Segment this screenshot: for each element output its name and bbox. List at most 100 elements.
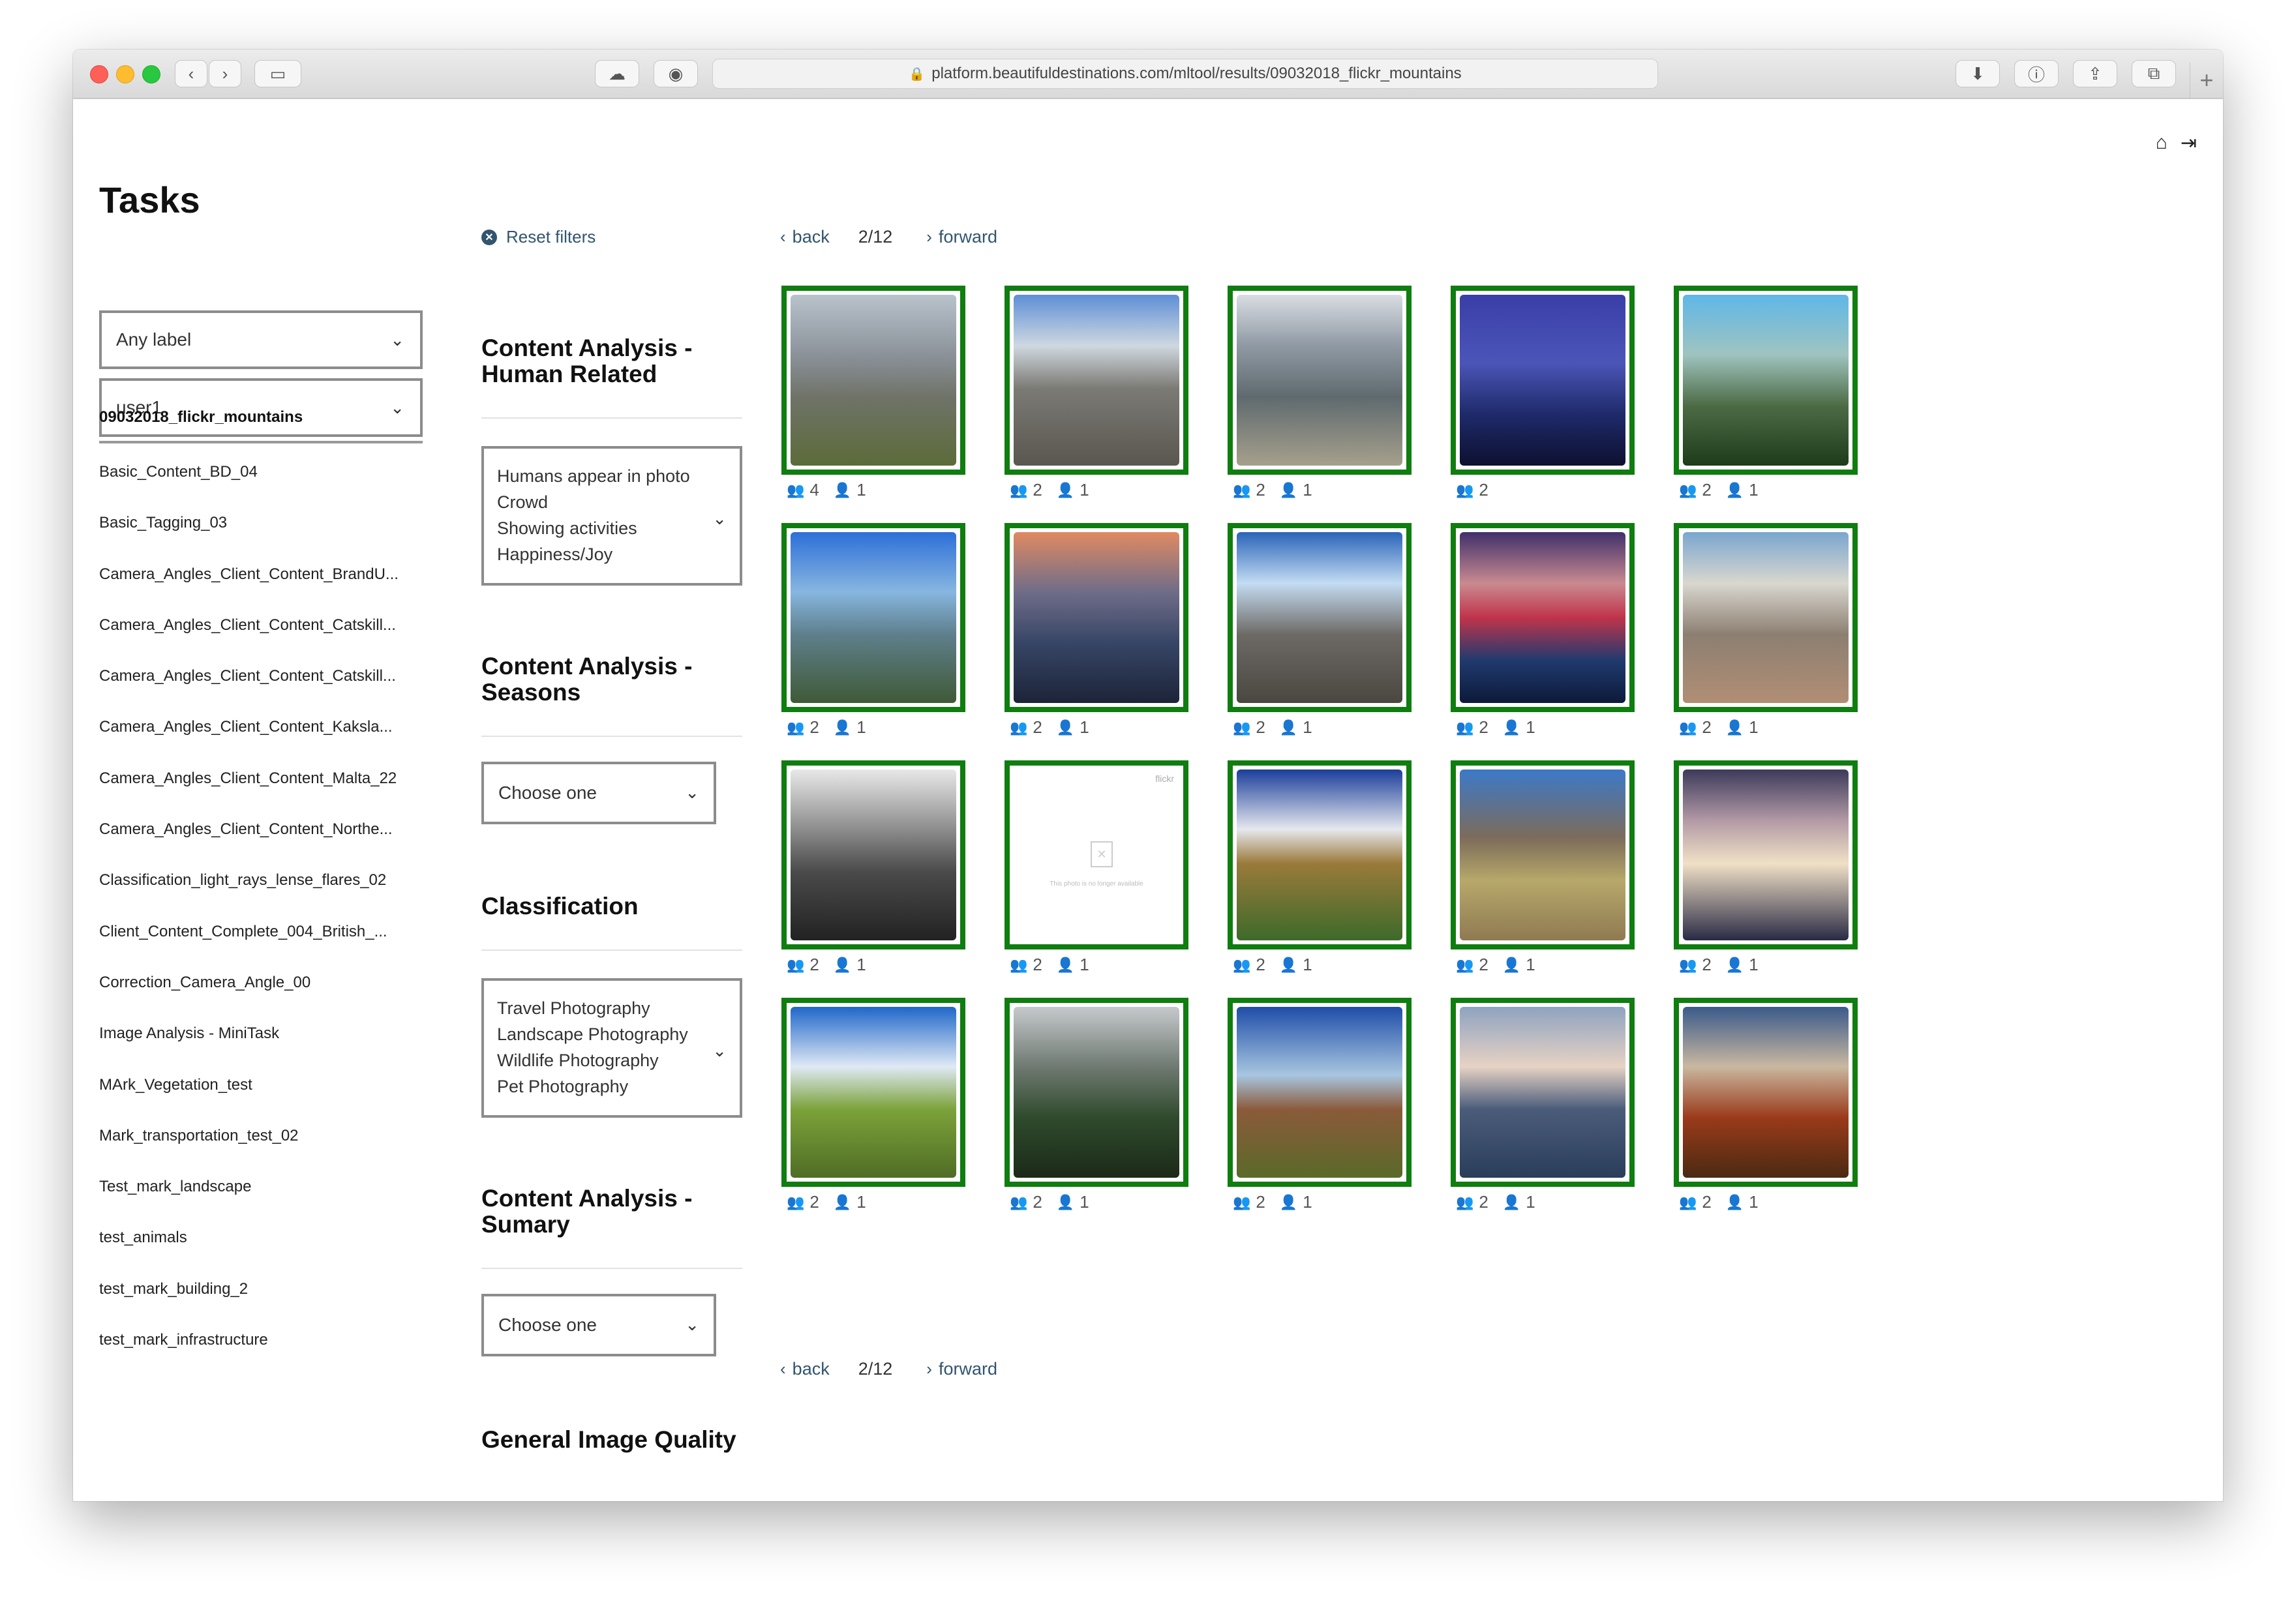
user-icon: 👤	[833, 1193, 852, 1210]
result-thumbnail[interactable]	[781, 998, 965, 1187]
result-thumbnail[interactable]	[1674, 998, 1858, 1187]
user-icon: 👤	[1725, 481, 1744, 498]
task-list-item[interactable]: test_animals	[99, 1229, 423, 1279]
close-window-button[interactable]	[90, 65, 108, 83]
new-tab-button[interactable]: +	[2190, 63, 2223, 98]
task-list-item[interactable]: test_mark_infrastructure	[99, 1331, 423, 1382]
option[interactable]: Crowd	[497, 489, 727, 515]
user-icon: 👤	[1056, 481, 1075, 498]
annotation-counts: 👥 2 👤 1	[1674, 955, 1858, 975]
task-list-item[interactable]: Client_Content_Complete_004_British_...	[99, 923, 423, 974]
result-thumbnail[interactable]	[1451, 523, 1635, 712]
result-thumbnail[interactable]	[781, 523, 965, 712]
option[interactable]: Showing activities	[497, 515, 727, 541]
back-nav-button[interactable]: ‹	[175, 60, 207, 87]
result-thumbnail[interactable]	[1004, 523, 1188, 712]
task-list-item[interactable]: Camera_Angles_Client_Content_Catskill...	[99, 616, 423, 667]
seasons-select[interactable]: Choose one ⌄	[481, 762, 716, 824]
back-link[interactable]: back	[793, 1359, 830, 1379]
result-thumbnail[interactable]	[1451, 286, 1635, 475]
task-list-item[interactable]: Basic_Tagging_03	[99, 514, 423, 565]
landscape-photo	[791, 1007, 956, 1178]
human-related-multiselect[interactable]: Humans appear in photo Crowd Showing act…	[481, 446, 742, 586]
task-list-item[interactable]: Test_mark_landscape	[99, 1178, 423, 1229]
user-count: 1	[856, 480, 866, 500]
group-count: 2	[1479, 955, 1488, 974]
active-task[interactable]: 09032018_flickr_mountains	[99, 408, 423, 443]
task-list-item[interactable]: Camera_Angles_Client_Content_Catskill...	[99, 667, 423, 718]
group-count: 2	[809, 955, 819, 974]
option[interactable]: Humans appear in photo	[497, 463, 727, 489]
result-thumbnail[interactable]	[781, 760, 965, 949]
option[interactable]: Pet Photography	[497, 1073, 727, 1099]
result-thumbnail[interactable]	[781, 286, 965, 475]
sidebar-toggle-button[interactable]: ▭	[254, 60, 301, 87]
extension-button[interactable]: ◉	[654, 60, 698, 87]
landscape-photo	[1683, 532, 1849, 703]
task-list-item[interactable]: Camera_Angles_Client_Content_BrandU...	[99, 565, 423, 616]
user-count: 1	[1080, 1192, 1089, 1212]
result-thumbnail[interactable]	[1451, 998, 1635, 1187]
result-thumbnail[interactable]	[1228, 998, 1412, 1187]
minimize-window-button[interactable]	[116, 65, 134, 83]
download-icon: ⬇	[1971, 63, 1985, 83]
browser-toolbar: ‹ › ▭ ☁ ◉ 🔒 platform.beautifuldestinatio…	[73, 50, 2223, 99]
annotation-counts: 👥 2 👤 1	[1228, 1192, 1412, 1212]
forward-nav-button[interactable]: ›	[209, 60, 241, 87]
task-list-item[interactable]: Camera_Angles_Client_Content_Kaksla...	[99, 718, 423, 769]
forward-link[interactable]: forward	[939, 227, 997, 247]
annotation-counts: 👥 2 👤 1	[1228, 717, 1412, 738]
result-thumbnail[interactable]	[1674, 760, 1858, 949]
forward-link[interactable]: forward	[939, 1359, 997, 1379]
result-item: 👥 2 👤 1	[1674, 286, 1858, 500]
task-list-item[interactable]: Camera_Angles_Client_Content_Malta_22	[99, 770, 423, 820]
task-list-item[interactable]: MArk_Vegetation_test	[99, 1076, 423, 1127]
back-link[interactable]: back	[793, 227, 830, 247]
landscape-photo	[1683, 1007, 1849, 1178]
classification-multiselect[interactable]: Travel Photography Landscape Photography…	[481, 978, 742, 1118]
users-group-icon: 👥	[1679, 1193, 1697, 1210]
downloads-button[interactable]: ⬇	[1956, 60, 2000, 87]
result-thumbnail[interactable]	[1228, 286, 1412, 475]
task-list-item[interactable]: Mark_transportation_test_02	[99, 1127, 423, 1178]
task-list-item[interactable]: Classification_light_rays_lense_flares_0…	[99, 871, 423, 922]
result-thumbnail[interactable]	[1674, 286, 1858, 475]
chevron-down-icon: ⌄	[685, 783, 699, 802]
logout-icon[interactable]: ⇥	[2181, 132, 2197, 155]
user-icon: 👤	[1279, 481, 1298, 498]
cloud-icon: ☁	[609, 63, 626, 83]
option[interactable]: Landscape Photography	[497, 1021, 727, 1047]
zoom-window-button[interactable]	[142, 65, 160, 83]
reset-filters-link[interactable]: ✕ Reset filters	[481, 227, 596, 247]
home-icon[interactable]: ⌂	[2156, 132, 2168, 155]
icloud-button[interactable]: ☁	[595, 60, 639, 87]
result-thumbnail[interactable]	[1674, 523, 1858, 712]
task-list-item[interactable]: Correction_Camera_Angle_00	[99, 974, 423, 1024]
result-thumbnail[interactable]	[1004, 998, 1188, 1187]
tabs-overview-button[interactable]: ⧉	[2132, 60, 2176, 87]
result-item: 👥 2 👤 1	[1004, 998, 1188, 1212]
user-count: 1	[1526, 955, 1535, 974]
result-item: 👥 2 👤 1	[1674, 760, 1858, 975]
group-count: 2	[1256, 480, 1265, 500]
task-list-item[interactable]: Camera_Angles_Client_Content_Northe...	[99, 820, 423, 871]
pager-top: ‹ back 2/12 › forward	[780, 227, 997, 247]
option[interactable]: Wildlife Photography	[497, 1047, 727, 1073]
lock-icon: 🔒	[909, 67, 926, 82]
result-thumbnail[interactable]: flickr ✕ This photo is no longer available	[1004, 760, 1188, 949]
result-thumbnail[interactable]	[1228, 523, 1412, 712]
task-list-item[interactable]: Basic_Content_BD_04	[99, 463, 423, 514]
address-bar[interactable]: 🔒 platform.beautifuldestinations.com/mlt…	[712, 59, 1658, 89]
result-thumbnail[interactable]	[1228, 760, 1412, 949]
task-list-item[interactable]: test_mark_building_2	[99, 1280, 423, 1331]
share-button[interactable]: ⇪	[2073, 60, 2117, 87]
option[interactable]: Happiness/Joy	[497, 541, 727, 567]
task-list-item[interactable]: Image Analysis - MiniTask	[99, 1024, 423, 1075]
label-select[interactable]: Any label ⌄	[99, 310, 423, 369]
info-button[interactable]: ⓘ	[2014, 60, 2059, 87]
result-thumbnail[interactable]	[1451, 760, 1635, 949]
summary-select[interactable]: Choose one ⌄	[481, 1294, 716, 1356]
users-group-icon: 👥	[1456, 956, 1474, 973]
result-thumbnail[interactable]	[1004, 286, 1188, 475]
option[interactable]: Travel Photography	[497, 995, 727, 1021]
